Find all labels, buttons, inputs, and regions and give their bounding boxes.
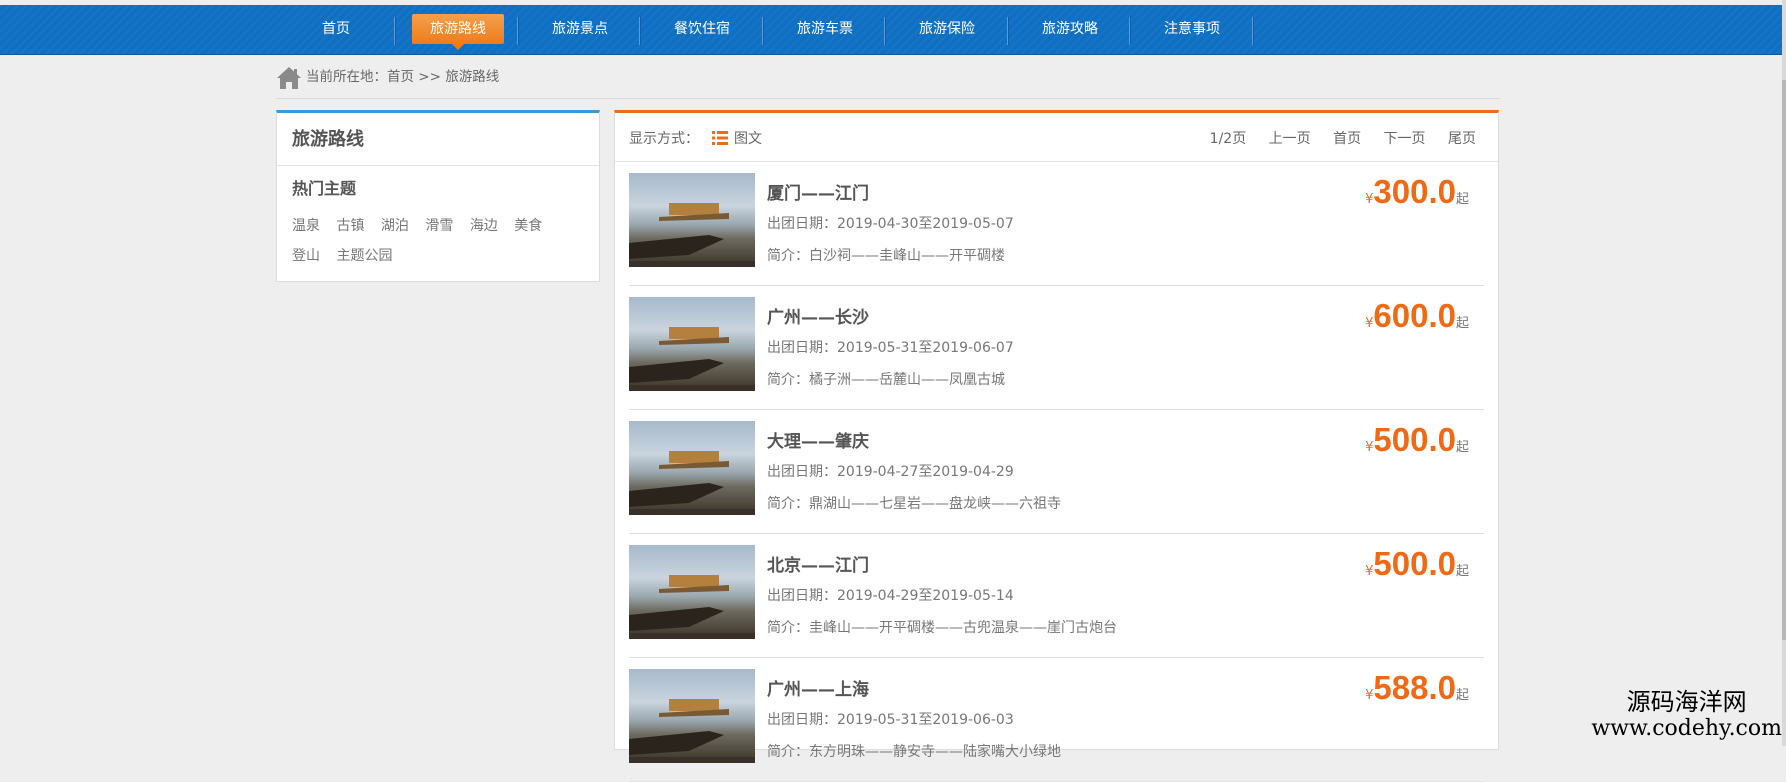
home-icon [277, 67, 301, 89]
list-item[interactable]: 广州——长沙 出团日期：2019-05-31至2019-06-07 简介：橘子洲… [629, 285, 1484, 410]
nav-divider [394, 17, 396, 45]
nav-insurance[interactable]: 旅游保险 [893, 14, 1001, 44]
route-thumbnail[interactable] [629, 421, 755, 515]
first-page-link[interactable]: 首页 [1333, 131, 1361, 147]
breadcrumb: 当前所在地：首页 >> 旅游路线 [276, 64, 1500, 99]
tag-skiing[interactable]: 滑雪 [425, 211, 453, 241]
list-item[interactable]: 广州——上海 出团日期：2019-05-31至2019-06-03 简介：东方明… [629, 657, 1484, 782]
pagination: 1/2页 上一页 首页 下一页 尾页 [1210, 128, 1476, 148]
display-mode-label: 显示方式： [629, 131, 699, 147]
list-item[interactable]: 大理——肇庆 出团日期：2019-04-27至2019-04-29 简介：鼎湖山… [629, 409, 1484, 534]
route-thumbnail[interactable] [629, 669, 755, 763]
route-price: ¥500.0起 [1365, 545, 1469, 582]
nav-home[interactable]: 首页 [282, 14, 390, 44]
route-thumbnail[interactable] [629, 545, 755, 639]
route-thumbnail[interactable] [629, 297, 755, 391]
route-list-panel: 显示方式： 图文 1/2页 上一页 首页 下一页 尾页 厦门——江门 出团日期：… [614, 110, 1499, 782]
route-price: ¥600.0起 [1365, 297, 1469, 334]
tag-theme-park[interactable]: 主题公园 [336, 241, 392, 271]
nav-tickets[interactable]: 旅游车票 [771, 14, 879, 44]
boat-scene-image [629, 203, 755, 267]
route-description: 简介：东方明珠——静安寺——陆家嘴大小绿地 [767, 744, 1061, 760]
route-description: 简介：圭峰山——开平碉楼——古兜温泉——崖门古炮台 [767, 620, 1117, 636]
route-title[interactable]: 厦门——江门 [767, 179, 869, 204]
route-description: 简介：白沙祠——圭峰山——开平碉楼 [767, 248, 1005, 264]
nav-scenic-spots[interactable]: 旅游景点 [526, 14, 634, 44]
route-description: 简介：橘子洲——岳麓山——凤凰古城 [767, 372, 1005, 388]
list-item[interactable]: 北京——江门 出团日期：2019-04-29至2019-05-14 简介：圭峰山… [629, 533, 1484, 658]
route-date: 出团日期：2019-04-29至2019-05-14 [767, 588, 1014, 604]
nav-dining-lodging[interactable]: 餐饮住宿 [648, 14, 756, 44]
nav-notes[interactable]: 注意事项 [1138, 14, 1246, 44]
nav-divider [1252, 17, 1254, 45]
route-title[interactable]: 广州——长沙 [767, 303, 869, 328]
route-price: ¥300.0起 [1365, 173, 1469, 210]
sidebar: 旅游路线 热门主题 温泉 古镇 湖泊 滑雪 海边 美食 登山 主题公园 [276, 110, 600, 282]
route-date: 出团日期：2019-05-31至2019-06-07 [767, 340, 1014, 356]
route-title[interactable]: 大理——肇庆 [767, 427, 869, 452]
tag-seaside[interactable]: 海边 [470, 211, 498, 241]
watermark-title: 源码海洋网 [1626, 688, 1747, 716]
sidebar-divider [277, 165, 599, 166]
route-price: ¥588.0起 [1365, 669, 1469, 706]
route-date: 出团日期：2019-04-30至2019-05-07 [767, 216, 1014, 232]
nav-divider [639, 17, 641, 45]
watermark-url: www.codehy.com [1591, 716, 1782, 741]
route-thumbnail[interactable] [629, 173, 755, 267]
prev-page-link[interactable]: 上一页 [1269, 131, 1311, 147]
route-title[interactable]: 北京——江门 [767, 551, 869, 576]
boat-scene-image [629, 451, 755, 515]
watermark: 源码海洋网 www.codehy.com [1591, 688, 1782, 742]
tag-food[interactable]: 美食 [514, 211, 542, 241]
tag-mountain[interactable]: 登山 [292, 241, 320, 271]
list-view-icon[interactable] [712, 131, 728, 145]
route-date: 出团日期：2019-04-27至2019-04-29 [767, 464, 1014, 480]
list-item[interactable]: 厦门——江门 出团日期：2019-04-30至2019-05-07 简介：白沙祠… [629, 161, 1484, 286]
topic-tags: 温泉 古镇 湖泊 滑雪 海边 美食 登山 主题公园 [292, 211, 592, 271]
top-navigation: 首页 旅游路线 旅游景点 餐饮住宿 旅游车票 旅游保险 旅游攻略 注意事项 [0, 5, 1782, 55]
page-indicator: 1/2页 [1209, 131, 1247, 147]
nav-divider [1129, 17, 1131, 45]
route-date: 出团日期：2019-05-31至2019-06-03 [767, 712, 1014, 728]
nav-divider [1007, 17, 1009, 45]
nav-divider [762, 17, 764, 45]
tag-hot-spring[interactable]: 温泉 [292, 211, 320, 241]
scrollbar-thumb[interactable] [1782, 80, 1786, 640]
sidebar-title: 旅游路线 [292, 129, 364, 150]
nav-routes[interactable]: 旅游路线 [412, 14, 504, 50]
last-page-link[interactable]: 尾页 [1448, 131, 1476, 147]
tag-lake[interactable]: 湖泊 [381, 211, 409, 241]
breadcrumb-text: 当前所在地：首页 >> 旅游路线 [306, 69, 500, 85]
hot-topics-heading: 热门主题 [292, 179, 357, 198]
next-page-link[interactable]: 下一页 [1384, 131, 1426, 147]
tag-ancient-town[interactable]: 古镇 [336, 211, 364, 241]
boat-scene-image [629, 327, 755, 391]
route-description: 简介：鼎湖山——七星岩——盘龙峡——六祖寺 [767, 496, 1061, 512]
route-price: ¥500.0起 [1365, 421, 1469, 458]
route-title[interactable]: 广州——上海 [767, 675, 869, 700]
nav-guides[interactable]: 旅游攻略 [1016, 14, 1124, 44]
nav-divider [517, 17, 519, 45]
scrollbar[interactable] [1782, 0, 1786, 746]
display-mode-graphic[interactable]: 图文 [734, 128, 762, 148]
boat-scene-image [629, 575, 755, 639]
list-toolbar: 显示方式： 图文 1/2页 上一页 首页 下一页 尾页 [615, 113, 1498, 162]
boat-scene-image [629, 699, 755, 763]
nav-divider [884, 17, 886, 45]
